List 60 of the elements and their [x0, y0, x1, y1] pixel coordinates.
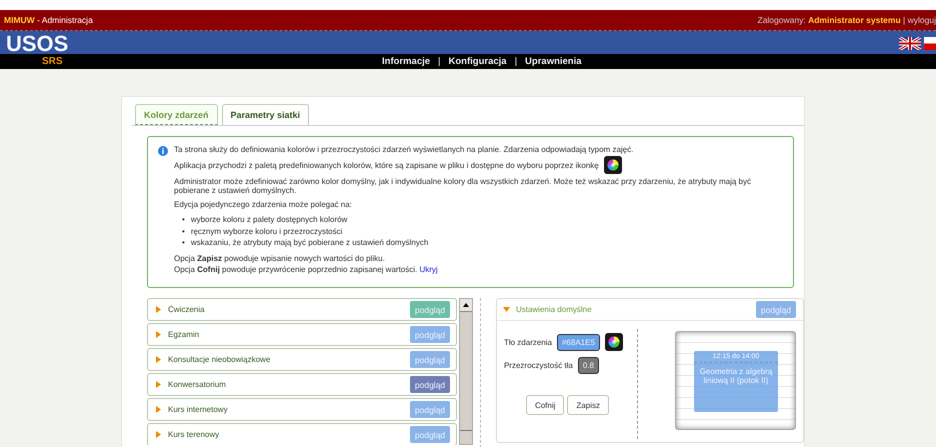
hide-link[interactable]: Ukryj [419, 264, 438, 274]
event-name: Konsultacje nieobowiązkowe [168, 355, 272, 364]
info-icon [158, 146, 168, 156]
event-name: Kurs internetowy [168, 405, 229, 414]
event-row[interactable]: Ćwiczenia podgląd [147, 298, 458, 321]
collapsed-arrow-icon[interactable] [155, 406, 162, 413]
bullet: • [182, 226, 185, 237]
logo-subtitle: SRS [42, 56, 64, 67]
action-button[interactable]: Zapisz [567, 395, 609, 415]
info-text: Administrator może zdefiniować zarówno kolor domyślny, jak i indywidualne kolory dla wszystkich zdarzeń. Może też wskazać przy zdarzeniu, że atrybuty mają być pobierane z ustawień domyślnych. [174, 177, 752, 195]
info-text: Edycja pojedynczego zdarzenia może polegać na: [174, 200, 353, 209]
collapsed-arrow-icon[interactable] [155, 306, 162, 313]
polish-flag-icon[interactable] [924, 37, 936, 50]
info-text: Ta strona służy do definiowania kolorów i przezroczystości zdarzeń wyświetlanych na planie. Zdarzenia odpowiadają typom zajęć. [174, 145, 634, 154]
color-palette-icon[interactable] [604, 156, 622, 174]
event-row[interactable]: Konsultacje nieobowiązkowe podgląd [147, 348, 458, 371]
nav-link[interactable]: Informacje [382, 56, 430, 67]
collapsed-arrow-icon[interactable] [155, 431, 162, 438]
expanded-arrow-icon[interactable] [502, 306, 510, 313]
list-item: wyborze koloru z palety dostępnych kolorów [190, 214, 348, 226]
app-name: MIMUW [4, 15, 35, 25]
bullet: • [182, 237, 185, 248]
bullet: • [182, 214, 185, 226]
collapsed-arrow-icon[interactable] [155, 331, 162, 338]
user-name: Administrator systemu [808, 15, 901, 25]
info-text: Opcja Zapisz powoduje wpisanie nowych wartości do pliku. [174, 252, 386, 264]
panel-title: Ustawienia domyślne [516, 305, 593, 314]
info-text: Opcja Cofnij powoduje przywrócenie poprzednio zapisanej wartości. [174, 264, 418, 274]
event-name: Konwersatorium [168, 380, 227, 389]
nav-link[interactable]: Konfiguracja [448, 56, 507, 67]
event-name: Egzamin [168, 330, 200, 339]
logged-label: Zalogowany: [758, 15, 806, 25]
uk-flag-icon[interactable] [899, 37, 921, 50]
field-label: Tło zdarzenia [504, 338, 552, 346]
collapsed-arrow-icon[interactable] [155, 381, 162, 388]
action-button[interactable]: Cofnij [526, 395, 564, 415]
list-item: ręcznym wyborze koloru i przezroczystości [190, 226, 342, 237]
field-label: Przezroczystość tła [504, 361, 573, 370]
app-section: - Administracja [37, 15, 93, 25]
scrollbar[interactable] [459, 298, 473, 445]
logout-link[interactable]: wyloguj [908, 15, 936, 25]
event-row[interactable]: Egzamin podgląd [147, 323, 458, 346]
info-text: Aplikacja przychodzi z paletą predefiniowanych kolorów, które są zapisane w pliku i dostępne do wyboru poprzez ikonkę [174, 160, 599, 170]
tab[interactable]: Parametry siatki [222, 104, 310, 125]
event-row[interactable]: Kurs terenowy podgląd [147, 423, 458, 445]
event-name: Ćwiczenia [168, 305, 206, 314]
event-row[interactable]: Konwersatorium podgląd [147, 373, 458, 396]
separator: | [903, 15, 906, 25]
color-palette-icon[interactable] [604, 333, 623, 351]
nav-link[interactable]: Uprawnienia [525, 56, 582, 67]
logo-title: USOS [6, 34, 68, 54]
scroll-up-arrow-icon[interactable] [462, 303, 469, 307]
event-name: Kurs terenowy [168, 430, 220, 439]
list-item: wskazaniu, że atrybuty mają być pobierane z ustawień domyślnych [190, 237, 428, 248]
nav-separator: | [514, 56, 518, 67]
collapsed-arrow-icon[interactable] [155, 356, 162, 363]
nav-separator: | [438, 56, 441, 67]
opacity-field[interactable]: 0.8 [578, 357, 599, 374]
event-row[interactable]: Kurs internetowy podgląd [147, 398, 458, 421]
event-title: Geometria z algebrą liniową II (potok II) [698, 366, 774, 387]
